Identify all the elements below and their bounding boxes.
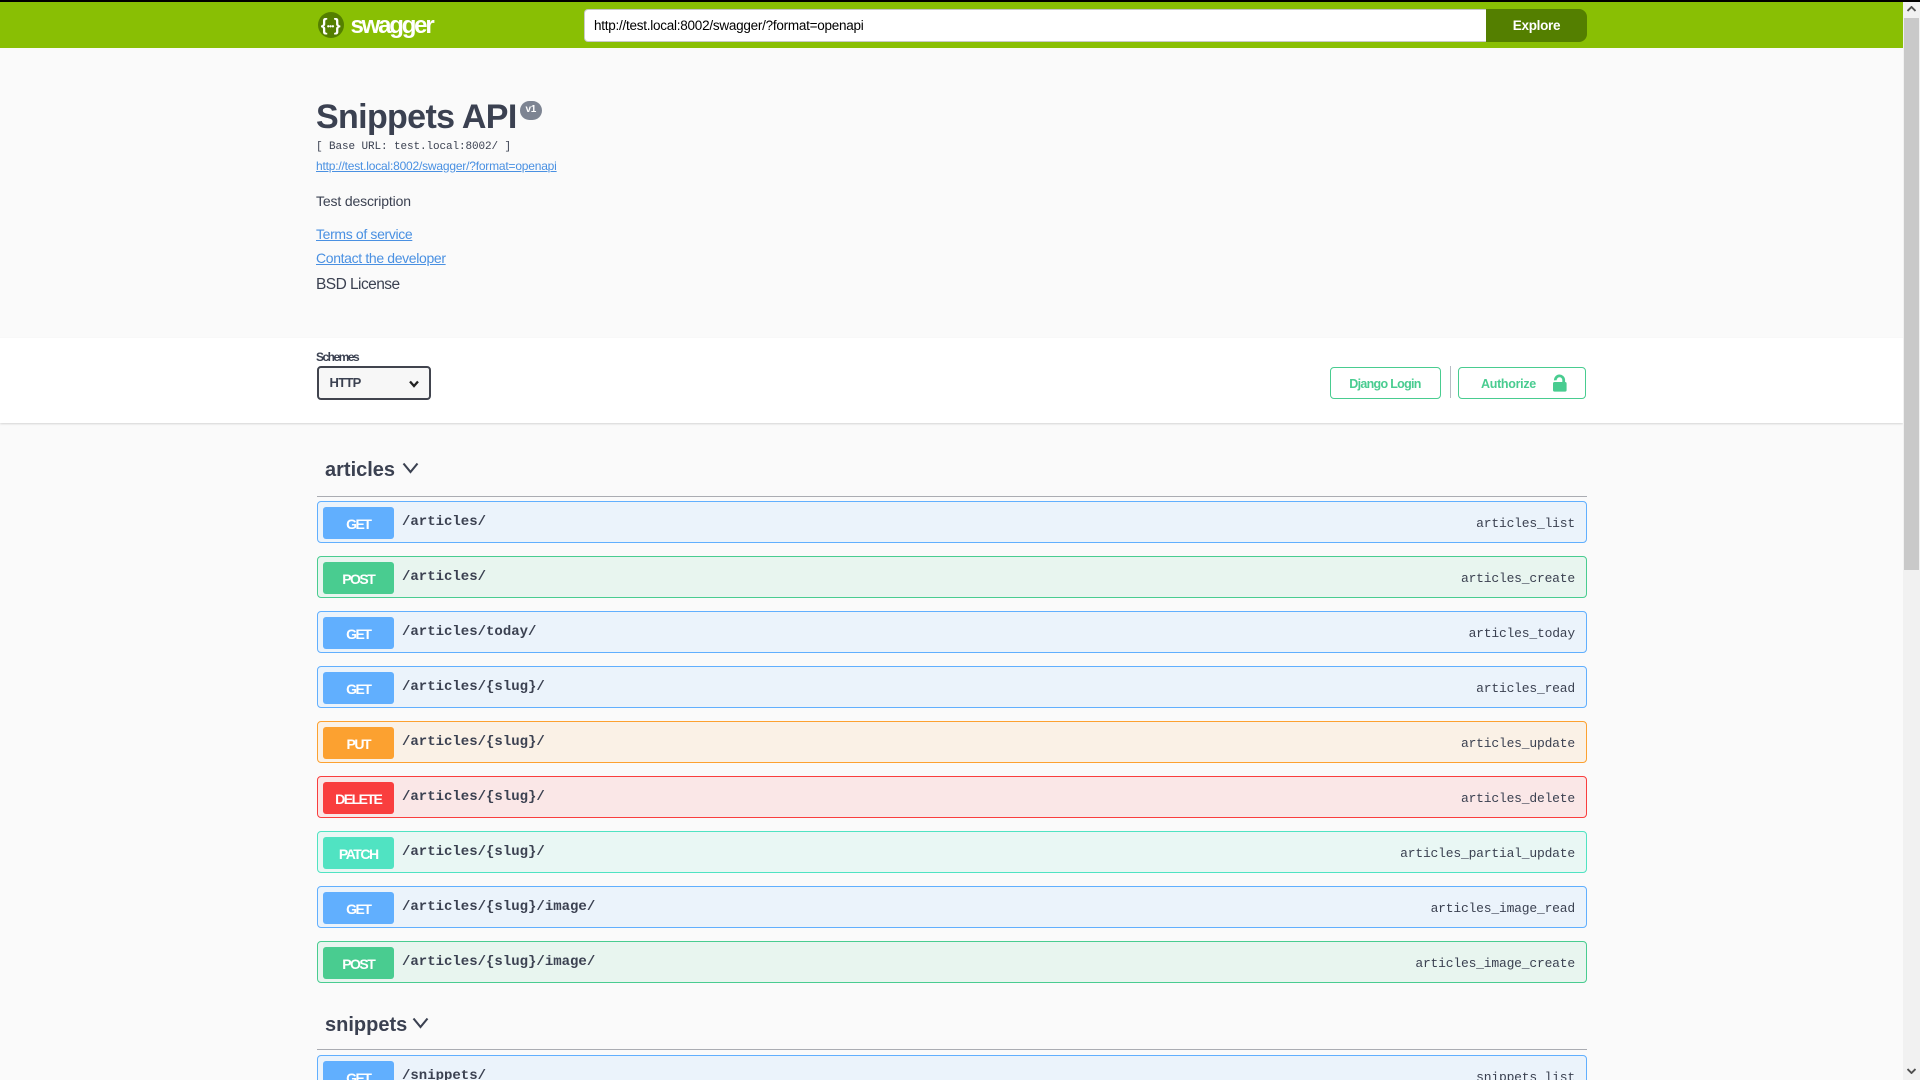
- svg-text:}: }: [334, 15, 341, 35]
- svg-text:{: {: [321, 15, 328, 35]
